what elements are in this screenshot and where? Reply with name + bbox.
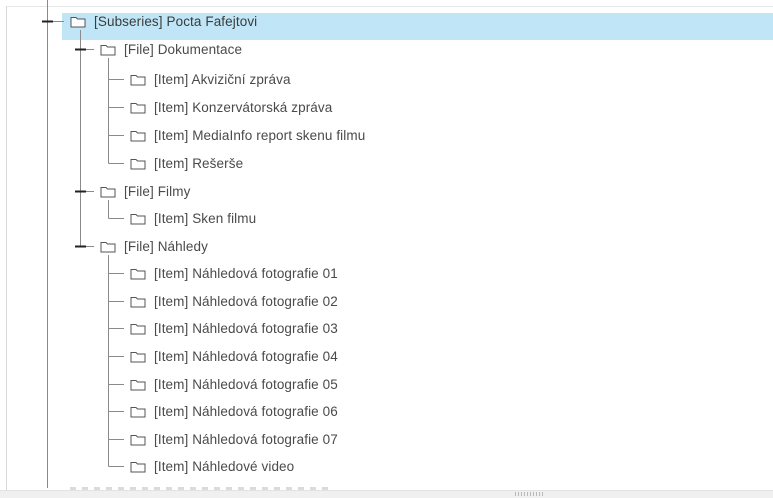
folder-icon	[130, 268, 146, 280]
item-node[interactable]: [Item] Náhledová fotografie 06	[130, 401, 338, 423]
item-node[interactable]: [Item] Náhledové video	[130, 456, 294, 478]
folder-icon	[130, 102, 146, 114]
folder-icon	[130, 461, 146, 473]
subseries-node-label: [Subseries] Pocta Fafejtovi	[94, 14, 258, 29]
item-node-label: [Item] Náhledová fotografie 04	[154, 349, 338, 364]
folder-icon	[100, 186, 116, 198]
folder-icon	[130, 323, 146, 335]
folder-icon	[100, 241, 116, 253]
item-node[interactable]: [Item] Náhledová fotografie 04	[130, 346, 338, 368]
item-node-label: [Item] Náhledové video	[154, 459, 295, 474]
item-node[interactable]: [Item] Akviziční zpráva	[130, 69, 291, 91]
item-node-label: [Item] Rešerše	[154, 156, 244, 171]
file-node[interactable]: [File] Dokumentace	[100, 39, 242, 61]
file-node-label: [File] Náhledy	[124, 239, 208, 254]
item-node-label: [Item] MediaInfo report skenu filmu	[154, 128, 366, 143]
item-node-label: [Item] Náhledová fotografie 06	[154, 404, 338, 419]
folder-icon	[130, 379, 146, 391]
folder-icon	[70, 16, 86, 28]
file-node[interactable]: [File] Náhledy	[100, 236, 208, 258]
folder-icon	[130, 406, 146, 418]
file-node-label: [File] Filmy	[124, 184, 191, 199]
item-node-label: [Item] Náhledová fotografie 05	[154, 377, 338, 392]
subseries-node[interactable]: [Subseries] Pocta Fafejtovi	[70, 11, 257, 33]
item-node[interactable]: [Item] Konzervátorská zpráva	[130, 97, 332, 119]
item-node[interactable]: [Item] Náhledová fotografie 07	[130, 429, 338, 451]
folder-icon	[130, 434, 146, 446]
folder-icon	[130, 74, 146, 86]
item-node[interactable]: [Item] Rešerše	[130, 153, 243, 175]
item-node[interactable]: [Item] MediaInfo report skenu filmu	[130, 125, 365, 147]
scrollbar-grip[interactable]	[515, 492, 545, 496]
item-node-label: [Item] Náhledová fotografie 03	[154, 321, 338, 336]
folder-icon	[130, 158, 146, 170]
folder-icon	[130, 296, 146, 308]
file-node-label: [File] Dokumentace	[124, 42, 243, 57]
item-node[interactable]: [Item] Náhledová fotografie 05	[130, 374, 338, 396]
item-node-label: [Item] Náhledová fotografie 02	[154, 294, 338, 309]
item-node[interactable]: [Item] Náhledová fotografie 01	[130, 263, 338, 285]
folder-icon	[130, 351, 146, 363]
file-node[interactable]: [File] Filmy	[100, 181, 190, 203]
folder-icon	[130, 213, 146, 225]
item-node[interactable]: [Item] Náhledová fotografie 03	[130, 318, 338, 340]
item-node-label: [Item] Konzervátorská zpráva	[154, 100, 333, 115]
item-node[interactable]: [Item] Náhledová fotografie 02	[130, 291, 338, 313]
item-node-label: [Item] Náhledová fotografie 01	[154, 266, 338, 281]
item-node-label: [Item] Náhledová fotografie 07	[154, 432, 338, 447]
item-node-label: [Item] Akviziční zpráva	[154, 72, 291, 87]
folder-icon	[100, 44, 116, 56]
item-node-label: [Item] Sken filmu	[154, 211, 257, 226]
item-node[interactable]: [Item] Sken filmu	[130, 208, 256, 230]
folder-icon	[130, 130, 146, 142]
